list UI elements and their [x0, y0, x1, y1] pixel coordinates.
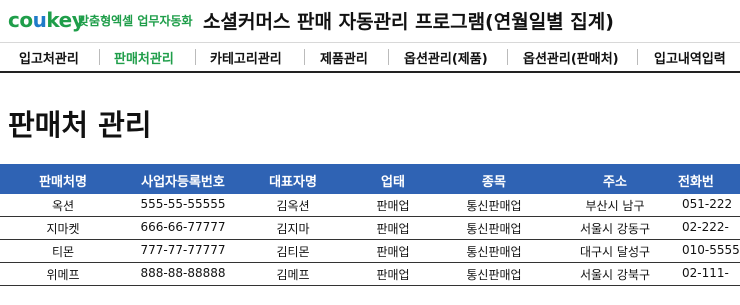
- page-title: 판매처 관리: [8, 108, 152, 142]
- nav-separator: [304, 49, 305, 65]
- tagline: 맞춤형엑셀 업무자동화: [78, 14, 193, 28]
- cell-seller-name: 위메프: [46, 268, 80, 282]
- table-row[interactable]: 위메프 888-88-88888 김메프 판매업 통신판매업 서울시 강북구 0…: [0, 263, 740, 286]
- cell-ceo-name: 김옥션: [276, 199, 310, 213]
- cell-ceo-name: 김지마: [276, 222, 310, 236]
- logo-co: co: [8, 8, 33, 32]
- col-address: 주소: [603, 175, 627, 190]
- nav-separator: [388, 49, 389, 65]
- nav-option-product[interactable]: 옵션관리(제품): [404, 48, 488, 67]
- cell-business-item: 통신판매업: [466, 199, 522, 213]
- nav-separator: [195, 49, 196, 65]
- col-business-type: 업태: [381, 175, 405, 190]
- col-business-number: 사업자등록번호: [141, 175, 225, 190]
- col-ceo-name: 대표자명: [269, 175, 317, 190]
- cell-business-type: 판매업: [376, 199, 410, 213]
- cell-seller-name: 티몬: [51, 245, 75, 259]
- cell-seller-name: 지마켓: [46, 222, 80, 236]
- nav-separator: [507, 49, 508, 65]
- cell-address: 서울시 강동구: [579, 222, 651, 236]
- cell-phone: 02-111-: [682, 266, 729, 280]
- nav-seller[interactable]: 판매처관리: [114, 48, 174, 67]
- cell-address: 부산시 남구: [585, 199, 645, 213]
- cell-business-item: 통신판매업: [466, 245, 522, 259]
- table-row[interactable]: 티몬 777-77-77777 김티몬 판매업 통신판매업 대구시 달성구 01…: [0, 240, 740, 263]
- coukey-logo: co u key: [8, 8, 85, 32]
- cell-business-number: 666-66-77777: [140, 220, 226, 234]
- table-row[interactable]: 옥션 555-55-55555 김옥션 판매업 통신판매업 부산시 남구 051…: [0, 194, 740, 217]
- nav-category[interactable]: 카테고리관리: [210, 48, 282, 67]
- app-title: 소셜커머스 판매 자동관리 프로그램(연월일별 집계): [203, 11, 614, 33]
- cell-ceo-name: 김티몬: [276, 245, 310, 259]
- cell-phone: 02-222-: [682, 220, 729, 234]
- table-header: 판매처명 사업자등록번호 대표자명 업태 종목 주소 전화번: [0, 164, 740, 194]
- cell-address: 대구시 달성구: [579, 245, 651, 259]
- cell-business-number: 777-77-77777: [140, 243, 226, 257]
- cell-business-type: 판매업: [376, 222, 410, 236]
- cell-seller-name: 옥션: [51, 199, 75, 213]
- logo-u: u: [32, 8, 47, 32]
- main-nav: 입고처관리 판매처관리 카테고리관리 제품관리 옵션관리(제품) 옵션관리(판매…: [0, 42, 740, 73]
- nav-option-seller[interactable]: 옵션관리(판매처): [523, 48, 619, 67]
- cell-business-type: 판매업: [376, 245, 410, 259]
- cell-phone: 010-5555: [682, 243, 740, 257]
- cell-ceo-name: 김메프: [276, 268, 310, 282]
- cell-business-number: 888-88-88888: [140, 266, 226, 280]
- nav-product[interactable]: 제품관리: [320, 48, 368, 67]
- cell-address: 서울시 강북구: [579, 268, 651, 282]
- cell-business-item: 통신판매업: [466, 222, 522, 236]
- cell-phone: 051-222: [682, 197, 733, 211]
- nav-stock-entry[interactable]: 입고내역입력: [654, 48, 726, 67]
- col-seller-name: 판매처명: [39, 175, 87, 190]
- nav-separator: [99, 49, 100, 65]
- cell-business-item: 통신판매업: [466, 268, 522, 282]
- nav-separator: [637, 49, 638, 65]
- cell-business-number: 555-55-55555: [140, 197, 226, 211]
- col-phone: 전화번: [678, 175, 714, 190]
- nav-supplier[interactable]: 입고처관리: [19, 48, 79, 67]
- cell-business-type: 판매업: [376, 268, 410, 282]
- table-row[interactable]: 지마켓 666-66-77777 김지마 판매업 통신판매업 서울시 강동구 0…: [0, 217, 740, 240]
- col-business-item: 종목: [482, 175, 506, 190]
- app-header: co u key 맞춤형엑셀 업무자동화 소셜커머스 판매 자동관리 프로그램(연월…: [0, 0, 740, 40]
